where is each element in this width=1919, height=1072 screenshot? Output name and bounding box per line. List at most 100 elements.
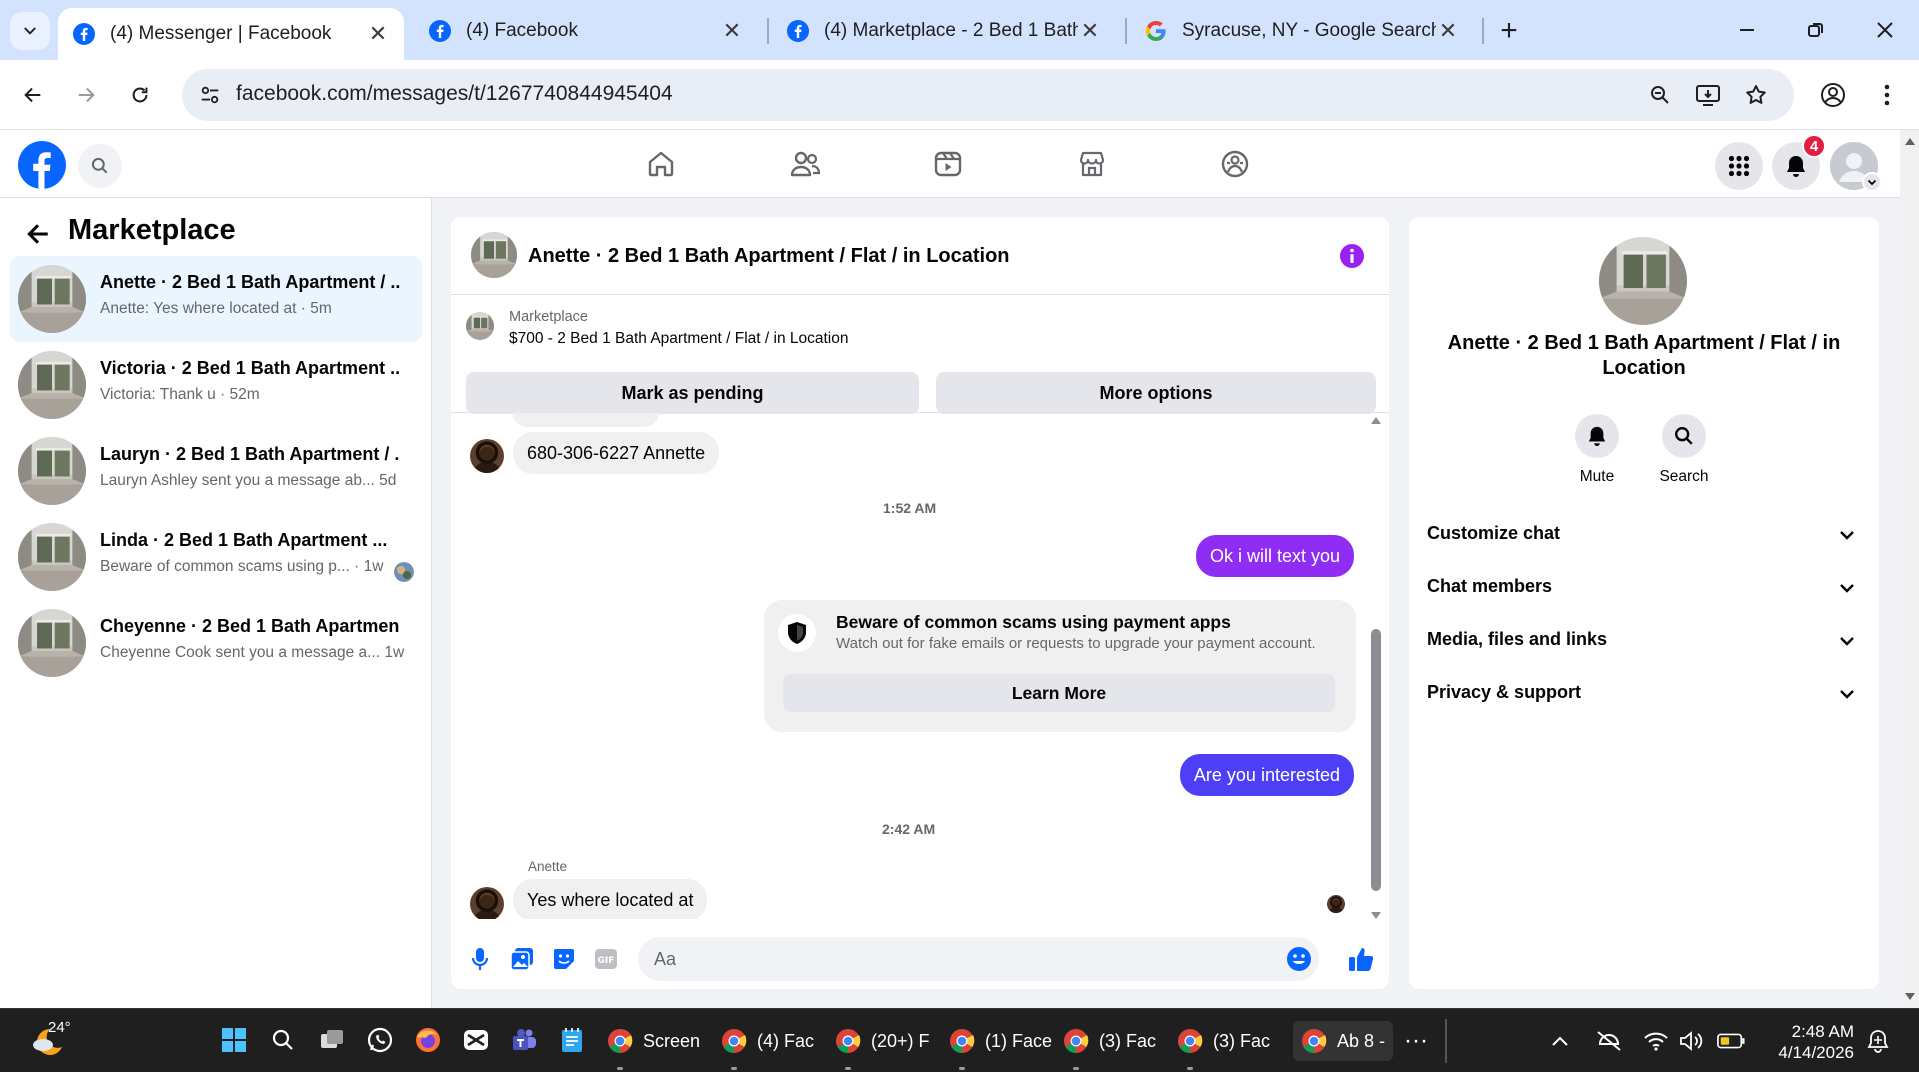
taskbar-overflow-button[interactable]: ···	[1404, 1027, 1428, 1055]
media-files-links-section[interactable]: Media, files and links	[1427, 619, 1859, 663]
minimize-button[interactable]	[1723, 12, 1771, 48]
page-scrollbar[interactable]	[1900, 130, 1919, 1008]
scroll-down-icon[interactable]	[1370, 911, 1382, 921]
message-input[interactable]: Aa	[638, 937, 1319, 981]
back-button[interactable]	[14, 76, 52, 114]
scroll-up-icon[interactable]	[1370, 415, 1382, 425]
nav-gaming[interactable]	[1215, 144, 1255, 184]
message-bubble[interactable]: 680-306-6227 Annette	[513, 432, 720, 474]
network-off-icon[interactable]	[1595, 1027, 1623, 1055]
conversation-item[interactable]: Cheyenne · 2 Bed 1 Bath Apartmen... Chey…	[10, 600, 422, 686]
close-tab-icon[interactable]: ✕	[1436, 18, 1460, 43]
close-tab-icon[interactable]: ✕	[366, 21, 390, 46]
zoom-icon[interactable]	[1646, 81, 1674, 109]
more-options-button[interactable]: More options	[936, 372, 1376, 414]
taskbar-chrome-window[interactable]: Screen	[607, 1021, 700, 1061]
nav-home[interactable]	[641, 144, 681, 184]
taskbar-chrome-window[interactable]: (4) Fac	[721, 1021, 814, 1061]
message-bubble-outgoing[interactable]: Are you interested	[1179, 754, 1354, 796]
close-tab-icon[interactable]: ✕	[1078, 18, 1102, 43]
emoji-icon[interactable]	[1286, 946, 1312, 972]
task-view[interactable]	[317, 1025, 347, 1055]
taskbar-chrome-window[interactable]: (20+) F	[835, 1021, 930, 1061]
privacy-support-section[interactable]: Privacy & support	[1427, 672, 1859, 716]
wifi-icon[interactable]	[1642, 1027, 1670, 1055]
nav-friends[interactable]	[785, 144, 825, 184]
chat-profile-photo[interactable]	[1599, 237, 1687, 325]
tab-search-button[interactable]	[10, 12, 50, 50]
conversation-item[interactable]: Anette · 2 Bed 1 Bath Apartment / ... An…	[10, 256, 422, 342]
taskbar-chrome-window-active[interactable]: Ab 8 -	[1293, 1021, 1394, 1061]
notepad-app[interactable]	[557, 1025, 587, 1055]
scrollbar-thumb[interactable]	[1371, 629, 1381, 891]
tab-facebook[interactable]: (4) Facebook ✕	[414, 8, 758, 54]
taskbar-chrome-window[interactable]: (3) Fac	[1063, 1021, 1156, 1061]
conversation-item[interactable]: Lauryn · 2 Bed 1 Bath Apartment / ... La…	[10, 428, 422, 514]
tab-messenger[interactable]: (4) Messenger | Facebook ✕	[58, 8, 404, 60]
sender-avatar[interactable]	[470, 439, 504, 473]
temperature: 24°	[48, 1019, 71, 1036]
nav-video[interactable]	[928, 144, 968, 184]
capcut-app[interactable]	[461, 1025, 491, 1055]
browser-menu-button[interactable]	[1868, 76, 1906, 114]
address-bar[interactable]: facebook.com/messages/t/1267740844945404	[182, 69, 1794, 121]
sender-avatar[interactable]	[470, 887, 504, 919]
close-window-button[interactable]	[1861, 12, 1909, 48]
like-button[interactable]	[1346, 944, 1376, 974]
facebook-search-button[interactable]	[78, 144, 122, 188]
restore-button[interactable]	[1792, 12, 1840, 48]
customize-chat-section[interactable]: Customize chat	[1427, 513, 1859, 557]
forward-button[interactable]	[67, 76, 105, 114]
menu-button[interactable]	[1715, 142, 1763, 190]
sticker-button[interactable]	[549, 944, 579, 974]
volume-icon[interactable]	[1678, 1027, 1706, 1055]
bookmark-star-icon[interactable]	[1742, 81, 1770, 109]
system-clock[interactable]: 2:48 AM 4/14/2026	[1770, 1021, 1854, 1063]
listing-avatar	[18, 265, 86, 333]
voice-clip-button[interactable]	[465, 944, 495, 974]
chat-avatar[interactable]	[471, 232, 517, 278]
conversation-item[interactable]: Victoria · 2 Bed 1 Bath Apartment ... Vi…	[10, 342, 422, 428]
reload-button[interactable]	[121, 76, 159, 114]
attach-photo-button[interactable]	[507, 944, 537, 974]
notification-center-icon[interactable]	[1864, 1027, 1892, 1055]
mark-as-pending-button[interactable]: Mark as pending	[466, 372, 919, 414]
listing-thumbnail[interactable]	[466, 312, 494, 340]
scroll-up-icon[interactable]	[1904, 136, 1916, 146]
scroll-down-icon[interactable]	[1904, 992, 1916, 1002]
taskbar-search[interactable]	[268, 1025, 298, 1055]
install-app-icon[interactable]	[1694, 81, 1722, 109]
conversation-item[interactable]: Linda · 2 Bed 1 Bath Apartment ... Bewar…	[10, 514, 422, 600]
chevron-down-icon	[24, 27, 36, 35]
show-hidden-icons[interactable]	[1546, 1027, 1574, 1055]
profile-button[interactable]	[1814, 76, 1852, 114]
weather-widget[interactable]: 24°	[28, 1019, 72, 1061]
facebook-logo-icon[interactable]	[18, 141, 66, 189]
close-tab-icon[interactable]: ✕	[720, 18, 744, 43]
info-icon[interactable]	[1339, 243, 1365, 269]
mute-button[interactable]: Mute	[1562, 414, 1632, 486]
firefox-app[interactable]	[413, 1025, 443, 1055]
browser-toolbar: facebook.com/messages/t/1267740844945404	[0, 60, 1919, 130]
gif-button[interactable]: GIF	[591, 944, 621, 974]
teams-app[interactable]	[509, 1025, 539, 1055]
whatsapp-app[interactable]	[365, 1025, 395, 1055]
battery-icon[interactable]	[1717, 1027, 1745, 1055]
start-button[interactable]	[219, 1025, 249, 1055]
tab-marketplace[interactable]: (4) Marketplace - 2 Bed 1 Bath Apartment…	[772, 8, 1116, 54]
tab-google-search[interactable]: Syracuse, NY - Google Search ✕	[1130, 8, 1474, 54]
account-dropdown[interactable]	[1862, 172, 1882, 192]
chat-members-section[interactable]: Chat members	[1427, 566, 1859, 610]
nav-marketplace[interactable]	[1072, 144, 1112, 184]
site-info-icon[interactable]	[196, 81, 224, 109]
new-tab-button[interactable]: +	[1492, 14, 1526, 48]
taskbar-chrome-window[interactable]: (3) Fac	[1177, 1021, 1270, 1061]
learn-more-button[interactable]: Learn More	[783, 674, 1335, 712]
message-bubble[interactable]: Yes where located at	[513, 879, 708, 919]
search-in-chat-button[interactable]: Search	[1649, 414, 1719, 486]
back-button[interactable]	[22, 218, 54, 250]
message-bubble-outgoing[interactable]: Ok i will text you	[1195, 535, 1354, 577]
chat-title[interactable]: Anette · 2 Bed 1 Bath Apartment / Flat /…	[528, 245, 1010, 268]
taskbar-chrome-window[interactable]: (1) Face	[949, 1021, 1052, 1061]
listing-price-title[interactable]: $700 - 2 Bed 1 Bath Apartment / Flat / i…	[509, 330, 849, 348]
